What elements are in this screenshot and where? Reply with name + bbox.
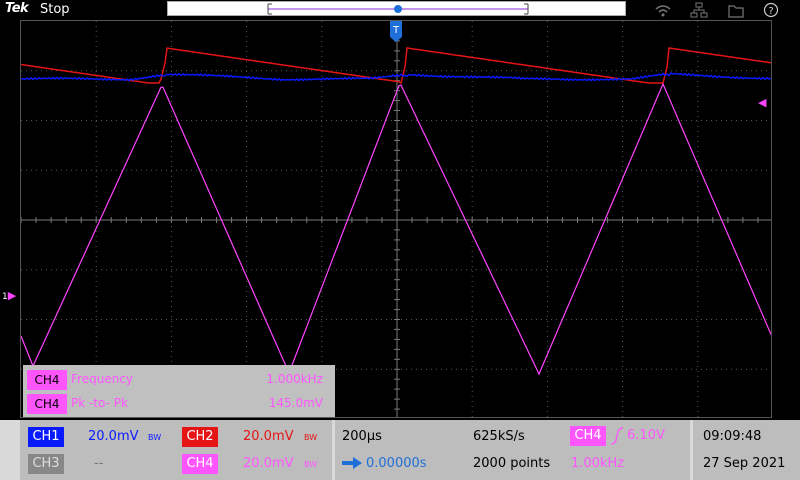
ch4-bw-limit: BW [304,460,318,469]
record-view-bar[interactable] [167,1,626,16]
timebase-value[interactable]: 200µs [342,429,382,444]
delay-arrow-icon [342,457,362,469]
clock-time: 09:09:48 [703,429,762,444]
measurement-row-frequency[interactable]: CH4 Frequency 1.000kHz [27,369,331,390]
sample-rate-value: 625kS/s [473,429,525,444]
trigger-level-value[interactable]: 6.10V [627,428,665,443]
svg-text:?: ? [768,6,773,17]
waveform-display[interactable] [20,20,772,418]
clock-panel: 09:09:48 27 Sep 2021 [693,420,800,480]
ch2-scale[interactable]: 20.0mV [243,429,294,444]
waveform-traces [21,47,771,376]
measurement-name: Pk -to- Pk [71,396,128,410]
ch4-waveform [21,82,771,376]
record-length-value[interactable]: 2000 points [473,456,550,471]
horizontal-trigger-panel: 200µs 0.00000s 625kS/s 2000 points CH4 6… [335,420,690,480]
wifi-icon[interactable] [654,2,672,18]
top-status-bar: Tek Stop ? [0,0,800,20]
ch2-bw-limit: BW [304,433,318,442]
trigger-position-marker[interactable]: T [389,21,403,43]
clock-date: 27 Sep 2021 [703,456,786,471]
measurement-row-pk-pk[interactable]: CH4 Pk -to- Pk 145.0mV [27,393,331,414]
vertical-settings-panel: CH1 20.0mV BW CH2 20.0mV BW CH3 -- CH4 2… [20,420,332,480]
ch1-badge[interactable]: CH1 [28,427,64,447]
delay-value[interactable]: 0.00000s [366,456,427,471]
measurement-panel: CH4 Frequency 1.000kHz CH4 Pk -to- Pk 14… [23,365,335,417]
trigger-frequency-value: 1.00kHz [571,456,625,471]
help-icon[interactable]: ? [762,2,780,18]
measurement-value: 1.000kHz [266,372,323,386]
ch4-scale[interactable]: 20.0mV [243,456,294,471]
measurement-channel-badge: CH4 [27,394,67,414]
svg-text:T: T [392,25,400,36]
measurement-name: Frequency [71,372,133,386]
ch4-ground-marker[interactable]: 1▶ [2,289,16,304]
rising-edge-icon [610,427,624,445]
ch4-badge[interactable]: CH4 [182,454,218,474]
bottom-status-bar: CH1 20.0mV BW CH2 20.0mV BW CH3 -- CH4 2… [0,420,800,480]
trigger-source-badge[interactable]: CH4 [570,426,606,446]
measurement-value: 145.0mV [268,396,323,410]
network-icon[interactable] [690,2,708,18]
ch1-scale[interactable]: 20.0mV [88,429,139,444]
ch2-waveform [21,47,771,85]
brand-logo: Tek [5,1,29,16]
ch3-scale[interactable]: -- [94,456,103,471]
ch2-badge[interactable]: CH2 [182,427,218,447]
ch3-badge[interactable]: CH3 [28,454,64,474]
ch1-waveform [21,72,771,82]
run-state-label[interactable]: Stop [40,2,70,17]
trigger-level-arrow[interactable]: ◀ [758,96,766,109]
folder-icon[interactable] [727,2,745,18]
measurement-channel-badge: CH4 [27,370,67,390]
ch1-bw-limit: BW [148,433,162,442]
